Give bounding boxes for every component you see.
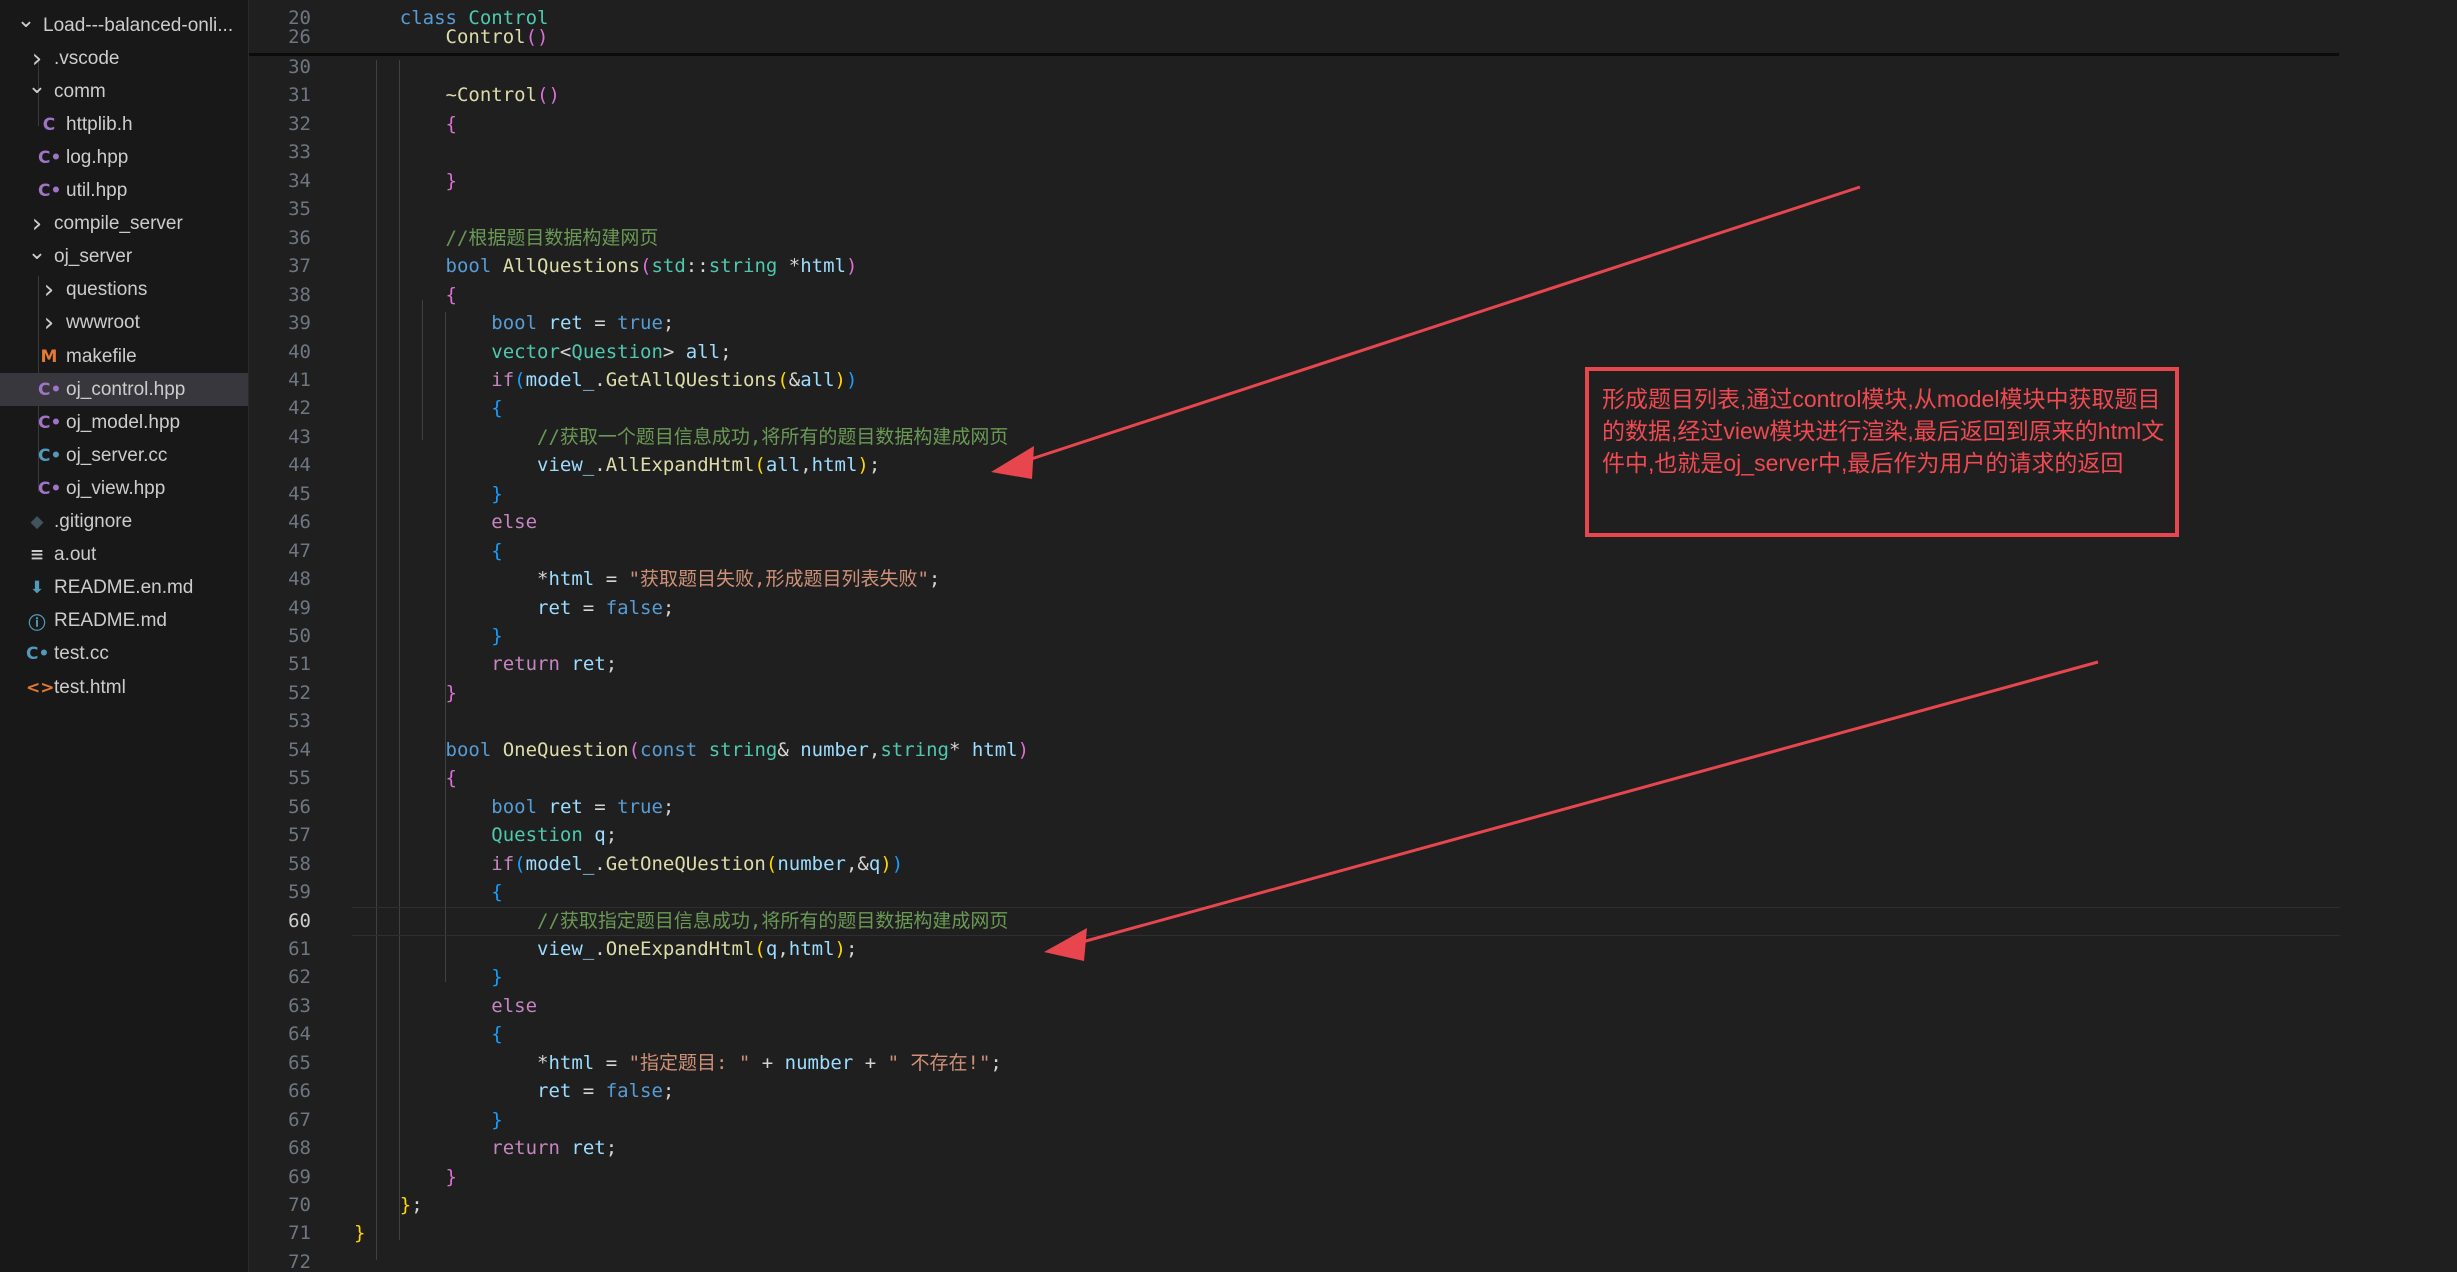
annotation-text: 形成题目列表,通过control模块,从model模块中获取题目的数据,经过vi… — [1602, 386, 2165, 476]
annotation-arrow-bottom — [1074, 660, 2099, 946]
annotation-arrowhead-top — [991, 446, 1034, 479]
annotation-box: 形成题目列表,通过control模块,从model模块中获取题目的数据,经过vi… — [1585, 367, 2179, 537]
annotation-arrows — [991, 185, 2099, 961]
annotation-arrowhead-bottom — [1044, 928, 1087, 961]
